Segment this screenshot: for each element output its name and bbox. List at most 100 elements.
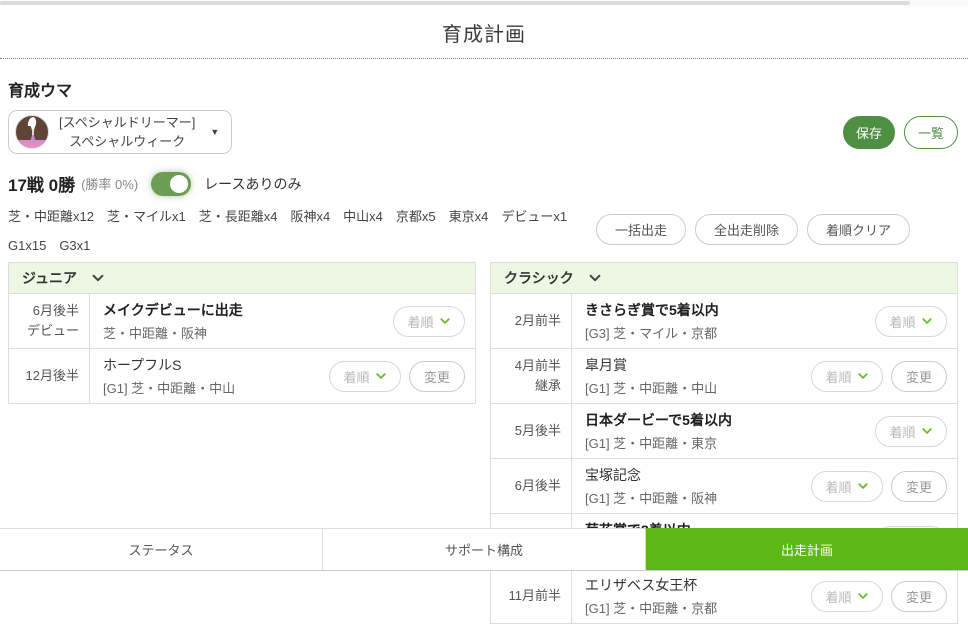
bulk-entry-button[interactable]: 一括出走 [596, 214, 686, 245]
race-tag: 京都x5 [396, 206, 436, 225]
uma-section-title: 育成ウマ [8, 77, 958, 101]
race-date-line: 4月前半 [515, 356, 561, 376]
toggle-label: レースありのみ [204, 174, 301, 194]
race-info: エリザベス女王杯 [G1] 芝・中距離・京都 [572, 569, 811, 623]
race-conditions: [G1] 芝・中距離・東京 [585, 433, 865, 452]
row-buttons: 着順 [875, 306, 957, 337]
row-buttons: 着順 [393, 306, 475, 337]
tab-race-plan[interactable]: 出走計画 [645, 528, 968, 570]
panel-title: クラシック [504, 268, 574, 288]
placement-select[interactable]: 着順 [393, 306, 465, 337]
placement-label: 着順 [889, 422, 915, 441]
race-row: 2月前半きさらぎ賞で5着以内 [G3] 芝・マイル・京都 着順 [491, 293, 957, 348]
race-info: 日本ダービーで5着以内 [G1] 芝・中距離・東京 [572, 404, 875, 458]
race-date-line: 6月後半 [33, 301, 79, 321]
placement-select[interactable]: 着順 [811, 361, 883, 392]
race-info: メイクデビューに出走芝・中距離・阪神 [90, 294, 393, 348]
chevron-down-icon: ▼ [210, 127, 219, 137]
tab-support[interactable]: サポート構成 [322, 528, 645, 570]
uma-name: [スペシャルドリーマー] スペシャルウィーク [59, 113, 195, 152]
placement-label: 着順 [825, 587, 851, 606]
race-info: きさらぎ賞で5着以内 [G3] 芝・マイル・京都 [572, 294, 875, 348]
row-buttons: 着順 変更 [811, 581, 957, 612]
change-button[interactable]: 変更 [891, 471, 947, 502]
race-date-line: 11月前半 [509, 586, 562, 606]
chevron-down-icon [91, 271, 105, 285]
race-title: 宝塚記念 [585, 465, 801, 485]
uma-actions: 保存 一覧 [843, 116, 958, 149]
race-date: 6月後半 [491, 459, 572, 513]
chevron-down-icon [375, 370, 387, 382]
row-buttons: 着順 変更 [329, 361, 475, 392]
race-date: 6月後半デビュー [9, 294, 90, 348]
placement-label: 着順 [343, 367, 369, 386]
chevron-down-icon [921, 315, 933, 327]
race-date-note: 継承 [535, 376, 561, 396]
race-tag: 中山x4 [343, 206, 383, 225]
placement-select[interactable]: 着順 [875, 416, 947, 447]
race-conditions: [G3] 芝・マイル・京都 [585, 323, 865, 342]
race-date-line: 12月後半 [26, 366, 79, 386]
placement-select[interactable]: 着順 [811, 581, 883, 612]
delete-all-entries-button[interactable]: 全出走削除 [695, 214, 798, 245]
race-title: メイクデビューに出走 [103, 300, 383, 320]
race-date-line: 5月後半 [515, 421, 561, 441]
chevron-down-icon [857, 590, 869, 602]
placement-select[interactable]: 着順 [875, 306, 947, 337]
race-tag: G1x15 [8, 238, 46, 253]
panel-title: ジュニア [22, 268, 77, 288]
race-row: 12月後半 ホープフルS [G1] 芝・中距離・中山 着順 変更 [9, 348, 475, 403]
race-only-toggle[interactable] [151, 172, 191, 196]
race-tag: 芝・中距離x12 [8, 206, 94, 225]
list-button[interactable]: 一覧 [904, 116, 958, 149]
uma-avatar [15, 115, 49, 149]
panel-junior: ジュニア6月後半デビューメイクデビューに出走芝・中距離・阪神着順12月後半ホープ… [8, 262, 476, 404]
race-record: 17戦 0勝 [8, 171, 75, 196]
chevron-down-icon [921, 425, 933, 437]
row-buttons: 着順変更 [811, 471, 957, 502]
race-conditions: 芝・中距離・阪神 [103, 323, 383, 342]
placement-label: 着順 [825, 367, 851, 386]
uma-character: スペシャルウィーク [69, 132, 185, 152]
race-date: 2月前半 [491, 294, 572, 348]
placement-select[interactable]: 着順 [329, 361, 401, 392]
page-title: 育成計画 [0, 6, 968, 59]
placement-select[interactable]: 着順 [811, 471, 883, 502]
race-row: 5月後半 日本ダービーで5着以内 [G1] 芝・中距離・東京 着順 [491, 403, 957, 458]
race-conditions: [G1] 芝・中距離・中山 [103, 378, 319, 397]
race-conditions: [G1] 芝・中距離・京都 [585, 598, 801, 617]
race-info: 宝塚記念 [G1] 芝・中距離・阪神 [572, 459, 811, 513]
tab-status[interactable]: ステータス [0, 528, 322, 570]
race-title: 日本ダービーで5着以内 [585, 410, 865, 430]
change-button[interactable]: 変更 [891, 581, 947, 612]
race-conditions: [G1] 芝・中距離・阪神 [585, 488, 801, 507]
panel-header[interactable]: ジュニア [9, 263, 475, 293]
race-row: 6月後半デビューメイクデビューに出走芝・中距離・阪神着順 [9, 293, 475, 348]
row-buttons: 着順 変更 [811, 361, 957, 392]
race-row: 11月前半 エリザベス女王杯 [G1] 芝・中距離・京都 着順 変更 [491, 568, 957, 623]
win-rate: (勝率 0%) [81, 174, 138, 193]
race-tags: 芝・中距離x12芝・マイルx1芝・長距離x4阪神x4中山x4京都x5東京x4デビ… [8, 206, 596, 253]
race-date: 5月後半 [491, 404, 572, 458]
race-tag: 東京x4 [449, 206, 489, 225]
race-conditions: [G1] 芝・中距離・中山 [585, 378, 801, 397]
panel-header[interactable]: クラシック [491, 263, 957, 293]
chevron-down-icon [588, 271, 602, 285]
race-date-note: デビュー [27, 321, 79, 341]
race-title: きさらぎ賞で5着以内 [585, 300, 865, 320]
placement-label: 着順 [407, 312, 433, 331]
scrollbar-thumb[interactable] [0, 1, 910, 5]
race-tag: デビューx1 [501, 206, 567, 225]
race-title: ホープフルS [103, 355, 319, 375]
race-title: エリザベス女王杯 [585, 575, 801, 595]
placement-label: 着順 [889, 312, 915, 331]
toggle-knob [170, 175, 188, 193]
change-button[interactable]: 変更 [409, 361, 465, 392]
race-tag: 芝・マイルx1 [107, 206, 186, 225]
uma-selector[interactable]: [スペシャルドリーマー] スペシャルウィーク ▼ [8, 110, 232, 154]
race-date-line: 6月後半 [515, 476, 561, 496]
stats-row: 17戦 0勝 (勝率 0%) レースありのみ [8, 171, 958, 196]
change-button[interactable]: 変更 [891, 361, 947, 392]
clear-results-button[interactable]: 着順クリア [807, 214, 910, 245]
save-button[interactable]: 保存 [843, 116, 895, 149]
